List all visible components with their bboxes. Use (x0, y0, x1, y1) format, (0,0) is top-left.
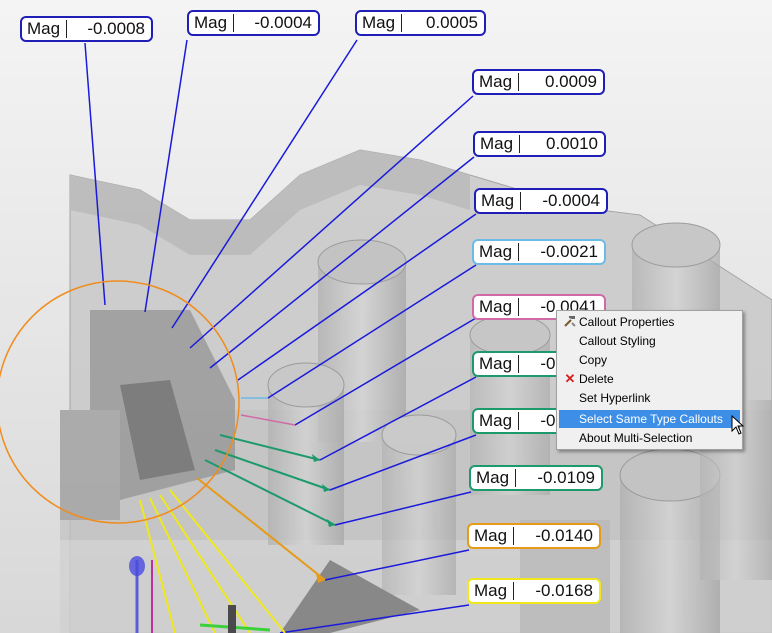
callout-label: Mag (476, 192, 522, 210)
menu-item-about-multi-selection[interactable]: About Multi-Selection (559, 429, 740, 447)
callout-12[interactable]: Mag -0.0140 (467, 523, 601, 549)
menu-item-label: Set Hyperlink (579, 391, 651, 405)
callout-value: -0.0109 (537, 468, 595, 487)
callout-label: Mag (471, 469, 517, 487)
menu-item-label: Callout Properties (579, 315, 675, 329)
hammer-icon (562, 314, 578, 330)
callout-label: Mag (474, 355, 520, 373)
delete-x-icon: ✕ (564, 371, 576, 386)
callout-label: Mag (469, 582, 515, 600)
callout-value: -0.0168 (535, 581, 593, 600)
context-menu: Callout Properties Callout Styling Copy … (556, 310, 743, 450)
menu-item-label: Copy (579, 353, 608, 367)
callout-label: Mag (474, 73, 520, 91)
callout-label: Mag (474, 243, 520, 261)
callout-7[interactable]: Mag -0.0021 (472, 239, 606, 265)
callout-value: 0.0005 (426, 13, 478, 32)
callout-13[interactable]: Mag -0.0168 (467, 578, 601, 604)
menu-item-label: Select Same Type Callouts (579, 412, 723, 426)
menu-item-callout-styling[interactable]: Callout Styling (559, 332, 740, 350)
menu-item-select-same-type-callouts[interactable]: Select Same Type Callouts (559, 410, 740, 428)
menu-item-callout-properties[interactable]: Callout Properties (559, 313, 740, 331)
callout-4[interactable]: Mag 0.0009 (472, 69, 605, 95)
callout-label: Mag (189, 14, 235, 32)
menu-item-delete[interactable]: ✕ Delete (559, 370, 740, 388)
menu-item-label: Callout Styling (579, 334, 656, 348)
callout-value: 0.0009 (545, 72, 597, 91)
callout-label: Mag (474, 412, 520, 430)
callout-value: -0.0021 (540, 242, 598, 261)
mouse-pointer-icon (731, 415, 745, 435)
menu-item-set-hyperlink[interactable]: Set Hyperlink (559, 389, 740, 407)
menu-item-label: Delete (579, 372, 614, 386)
menu-item-label: About Multi-Selection (579, 431, 693, 445)
callout-label: Mag (474, 298, 520, 316)
callout-label: Mag (22, 20, 68, 38)
menu-item-copy[interactable]: Copy (559, 351, 740, 369)
callout-value: -0.0004 (542, 191, 600, 210)
callout-label: Mag (469, 527, 515, 545)
callout-11[interactable]: Mag -0.0109 (469, 465, 603, 491)
callout-value: -0.0140 (535, 526, 593, 545)
callout-5[interactable]: Mag 0.0010 (473, 131, 606, 157)
callout-value: -0.0008 (87, 19, 145, 38)
callout-3[interactable]: Mag 0.0005 (355, 10, 486, 36)
callout-value: -0.0004 (254, 13, 312, 32)
callout-label: Mag (357, 14, 403, 32)
callout-label: Mag (475, 135, 521, 153)
callout-6[interactable]: Mag -0.0004 (474, 188, 608, 214)
callout-value: 0.0010 (546, 134, 598, 153)
callout-1[interactable]: Mag -0.0008 (20, 16, 153, 42)
callout-2[interactable]: Mag -0.0004 (187, 10, 320, 36)
